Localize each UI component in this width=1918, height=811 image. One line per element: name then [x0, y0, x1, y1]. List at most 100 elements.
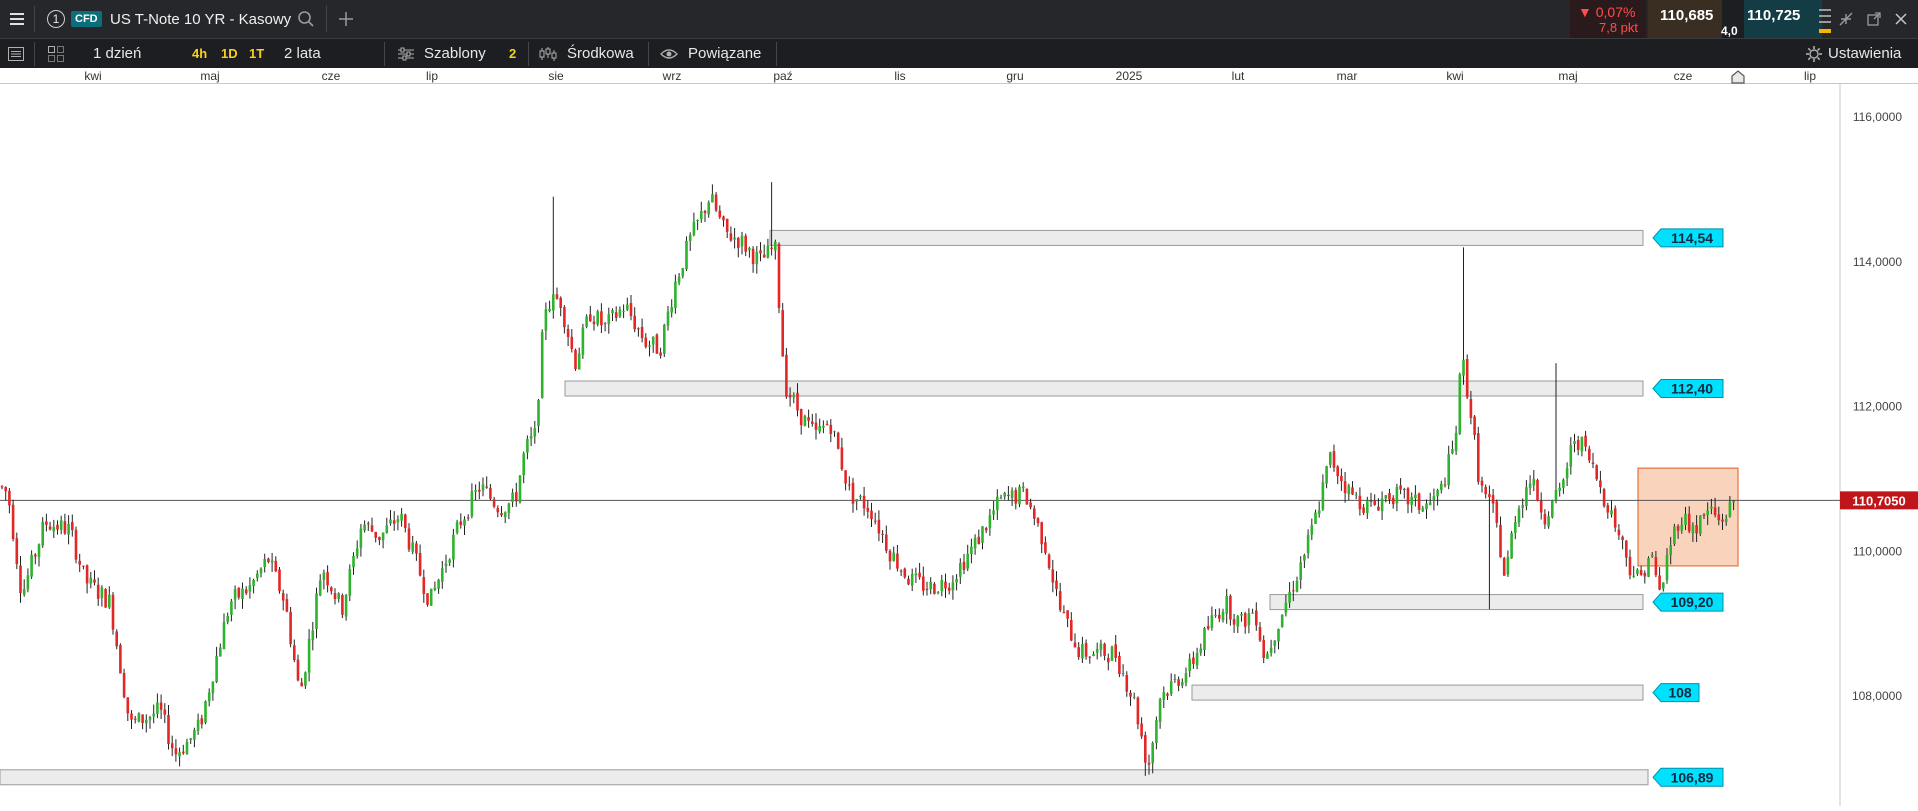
- candle-body: [1073, 642, 1077, 648]
- candle-body: [1473, 416, 1476, 436]
- popout-icon[interactable]: [1864, 9, 1884, 29]
- candle-body: [788, 394, 792, 398]
- templates-count: 2: [509, 46, 517, 61]
- candle-body: [300, 682, 303, 687]
- candle-body: [1188, 658, 1191, 672]
- candle-body: [1417, 493, 1421, 510]
- time-axis-label: 2025: [1115, 69, 1143, 83]
- candle-body: [444, 563, 448, 567]
- candle-body: [1040, 522, 1043, 545]
- candle-body: [1724, 518, 1728, 523]
- candle-body: [596, 311, 599, 325]
- candle-body: [1014, 490, 1018, 504]
- candle-body: [489, 487, 492, 499]
- chart-layout-icon[interactable]: [46, 44, 66, 64]
- level-label: 114,54: [1671, 230, 1713, 246]
- candle-body: [1114, 644, 1117, 658]
- templates-button[interactable]: Szablony: [424, 45, 486, 62]
- range-dropdown[interactable]: 2 lata: [284, 45, 321, 62]
- candle-body: [411, 542, 414, 552]
- candle-body: [1639, 570, 1643, 576]
- close-icon[interactable]: [1891, 9, 1911, 29]
- price-chart[interactable]: 116,0000 114,0000 112,0000 110,0000 108,0000…: [0, 84, 1918, 806]
- interval-1d[interactable]: 1D: [221, 46, 238, 61]
- candle-body: [1044, 542, 1047, 553]
- layout-number-badge[interactable]: 1: [47, 10, 65, 28]
- candle-body: [344, 594, 348, 617]
- candle-body: [910, 573, 914, 586]
- candle-body: [1687, 513, 1691, 532]
- home-scroll-icon[interactable]: [1730, 70, 1746, 84]
- candle-body: [589, 314, 592, 322]
- candle-body: [640, 326, 644, 339]
- candle-body: [688, 235, 692, 241]
- candle-body: [1218, 614, 1221, 619]
- candle-body: [1395, 486, 1399, 504]
- eye-icon[interactable]: [659, 45, 679, 63]
- layout-number: 1: [52, 12, 60, 26]
- collapse-icon[interactable]: [1836, 9, 1856, 29]
- candle-body: [836, 432, 840, 449]
- candle-body: [374, 531, 377, 538]
- list-view-icon[interactable]: [6, 44, 26, 64]
- candle-body: [130, 713, 133, 720]
- candle-body: [1306, 534, 1310, 554]
- candle-body: [252, 580, 255, 587]
- price-type-dropdown[interactable]: Środkowa: [567, 45, 634, 62]
- search-icon[interactable]: [296, 9, 316, 29]
- candle-body: [844, 470, 847, 484]
- chart-canvas[interactable]: 116,0000 114,0000 112,0000 110,0000 108,0000…: [0, 84, 1918, 806]
- candle-body: [496, 508, 500, 513]
- candle-body: [1351, 487, 1354, 495]
- templates-icon[interactable]: [397, 45, 415, 63]
- interval-dropdown[interactable]: 1 dzień: [93, 45, 141, 62]
- sell-button[interactable]: 110,685: [1648, 0, 1726, 38]
- candle-body: [1158, 699, 1162, 722]
- candle-body: [293, 645, 296, 660]
- candle-body: [422, 577, 426, 595]
- settings-gear-icon[interactable]: [1805, 45, 1823, 63]
- candle-body: [618, 309, 622, 317]
- candle-body: [1699, 515, 1702, 534]
- candle-body: [1702, 514, 1706, 516]
- interval-1t[interactable]: 1T: [249, 46, 264, 61]
- candle-body: [899, 570, 903, 572]
- settings-button[interactable]: Ustawienia: [1828, 45, 1901, 62]
- candle-body: [981, 526, 984, 543]
- buy-button[interactable]: 110,725: [1744, 0, 1822, 38]
- candle-body: [22, 589, 26, 595]
- add-tab-icon[interactable]: [336, 9, 356, 29]
- candle-body: [1654, 557, 1658, 576]
- candle-body: [1521, 505, 1524, 508]
- candle-body: [1103, 643, 1106, 656]
- candle-body: [607, 314, 611, 324]
- candle-body: [522, 453, 525, 476]
- title-bar: 1 CFD US T-Note 10 YR - Kasowy ▼ 0,07% 7…: [0, 0, 1918, 38]
- time-axis-label: cze: [1673, 69, 1693, 83]
- candle-body: [1528, 483, 1532, 488]
- candle-body: [1673, 526, 1676, 545]
- candle-body: [1595, 465, 1598, 480]
- depth-icon[interactable]: [1818, 3, 1832, 37]
- candle-body: [781, 310, 784, 357]
- candle-body: [82, 565, 85, 567]
- candle-body: [1155, 720, 1158, 744]
- candle-body: [1221, 612, 1225, 621]
- candle-body: [503, 512, 507, 518]
- candle-body: [840, 447, 844, 470]
- candle-body: [500, 513, 503, 516]
- candle-body: [222, 622, 226, 650]
- candle-body: [1251, 612, 1254, 614]
- hamburger-menu-icon[interactable]: [0, 0, 34, 38]
- candle-body: [1558, 487, 1561, 491]
- candle-body: [796, 392, 799, 411]
- candle-body: [1406, 488, 1410, 505]
- indicator-icon[interactable]: [538, 45, 558, 63]
- instrument-name[interactable]: US T-Note 10 YR - Kasowy: [110, 11, 291, 28]
- linked-button[interactable]: Powiązane: [688, 45, 761, 62]
- candle-body: [322, 572, 326, 580]
- interval-4h[interactable]: 4h: [192, 46, 207, 61]
- time-axis[interactable]: kwi maj cze lip sie wrz paź lis gru 2025 lut mar kwi…: [0, 68, 1918, 84]
- candle-body: [748, 248, 751, 251]
- time-axis-label: maj: [200, 69, 220, 83]
